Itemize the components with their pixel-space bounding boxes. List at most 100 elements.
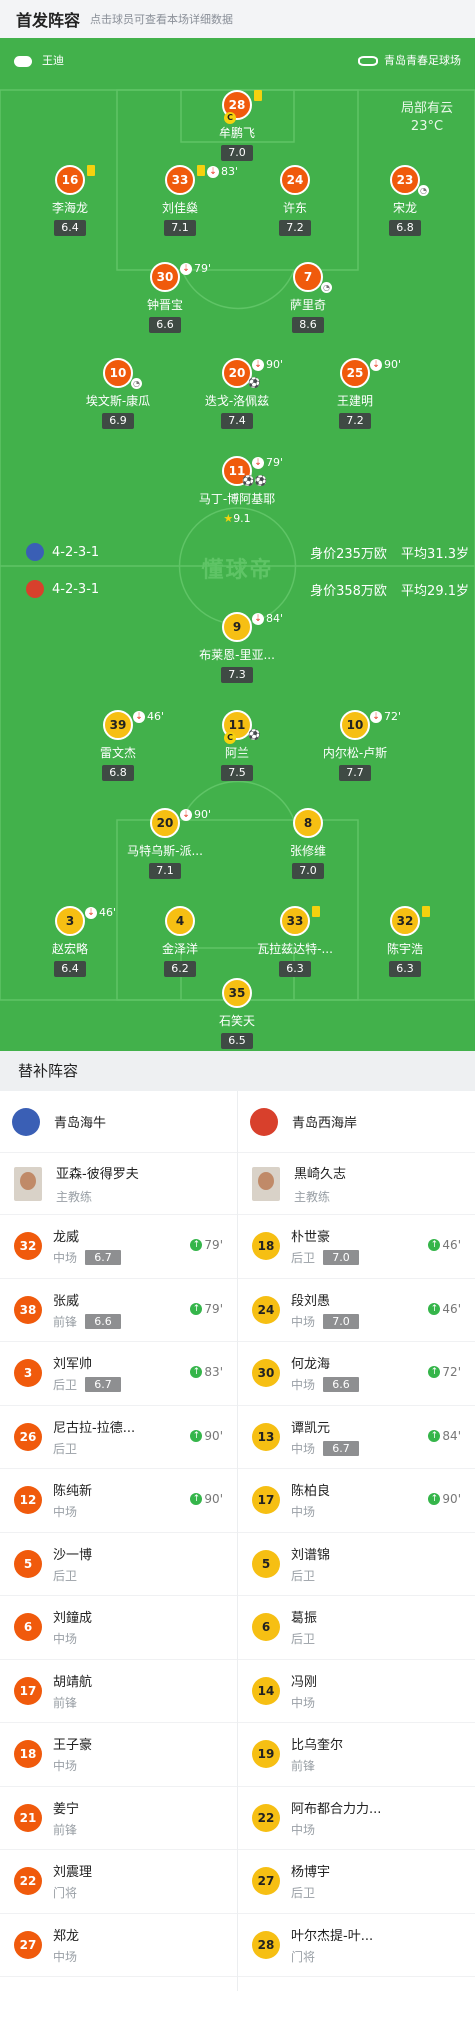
sub-player-number: 27 <box>14 1930 42 1959</box>
sub-player-row[interactable]: 26 尼古拉-拉德... 后卫 ↑ 90' <box>0 1406 237 1469</box>
sub-player-position: 后卫 <box>291 1886 316 1901</box>
sub-player-row[interactable]: 22 刘震理 门将 <box>0 1850 237 1914</box>
sub-player-row[interactable]: 3 刘军帅 后卫 6.7 ↑ 83' <box>0 1342 237 1406</box>
home-coach[interactable]: 亚森-彼得罗夫 主教练 <box>0 1153 237 1215</box>
sub-player-row[interactable]: 18 朴世豪 后卫 7.0 ↑ 46' <box>238 1215 475 1279</box>
sub-player-position: 门将 <box>53 1886 78 1901</box>
sub-player-position: 中场 <box>53 1505 78 1520</box>
player-number: 33 <box>280 906 310 936</box>
sub-player-row[interactable]: 12 陈纯新 中场 ↑ 90' <box>0 1469 237 1533</box>
sub-on-minute: 84' <box>442 1428 461 1443</box>
sub-player-row[interactable]: 38 张威 前锋 6.6 ↑ 79' <box>0 1279 237 1342</box>
home-player-33[interactable]: 33 刘佳燊 7.1 ⇣ 83' <box>115 165 245 236</box>
sub-player-row[interactable]: 27 郑龙 中场 <box>0 1914 237 1977</box>
away-player-10[interactable]: 10 内尔松-卢斯 7.7 ⇣ 72' <box>290 710 420 781</box>
home-player-23[interactable]: 23 宋龙 6.8 ◔ <box>340 165 470 236</box>
temperature: 23°C <box>410 119 444 134</box>
player-number: 10 <box>340 710 370 740</box>
sub-player-row[interactable]: 17 胡靖航 前锋 <box>0 1660 237 1723</box>
sub-player-row[interactable]: 5 刘谱锦 后卫 <box>238 1533 475 1596</box>
away-player-20[interactable]: 20 马特乌斯-派... 7.1 ⇣ 90' <box>100 808 230 879</box>
sub-player-row[interactable]: 13 谭凯元 中场 6.7 ↑ 84' <box>238 1406 475 1469</box>
sub-player-number: 26 <box>14 1422 42 1451</box>
sub-on-info: ↑ 84' <box>428 1429 461 1443</box>
home-player-10[interactable]: 10 埃文斯-康瓜 6.9 ◔ <box>53 358 183 429</box>
sub-player-name: 郑龙 <box>53 1928 80 1944</box>
coach-photo <box>252 1166 280 1201</box>
sub-player-number: 12 <box>14 1486 42 1515</box>
away-coach[interactable]: 黒崎久志 主教练 <box>238 1153 475 1215</box>
sub-player-row[interactable]: 21 姜宁 前锋 <box>0 1787 237 1850</box>
captain-icon: C <box>224 732 236 744</box>
sub-player-row[interactable]: 14 冯刚 中场 <box>238 1660 475 1723</box>
sub-player-row[interactable]: 18 王子豪 中场 <box>0 1723 237 1787</box>
away-player-32[interactable]: 32 陈宇浩 6.3 <box>340 906 470 977</box>
sub-on-minute: 90' <box>442 1492 461 1506</box>
sub-player-name: 龙威 <box>53 1230 80 1246</box>
sub-player-name: 何龙海 <box>291 1357 331 1373</box>
away-player-8[interactable]: 8 张修维 7.0 <box>243 808 373 879</box>
sub-player-row[interactable]: 32 龙威 中场 6.7 ↑ 79' <box>0 1215 237 1279</box>
player-rating: 7.4 <box>221 413 253 429</box>
home-player-30[interactable]: 30 钟晋宝 6.6 ⇣ 79' <box>100 262 230 333</box>
away-team-row[interactable]: 青岛西海岸 <box>238 1091 475 1153</box>
home-team-row[interactable]: 青岛海牛 <box>0 1091 237 1153</box>
home-player-20[interactable]: 20 迭戈-洛佩兹 7.4 ⇣ 90' ⚽ <box>172 358 302 429</box>
sub-player-row[interactable]: 6 葛振 后卫 <box>238 1596 475 1660</box>
sub-player-rating: 6.7 <box>323 1440 360 1456</box>
away-player-11[interactable]: 11 阿兰 7.5 C ⚽ <box>172 710 302 781</box>
sub-player-rating: 6.6 <box>323 1377 360 1393</box>
sub-player-row[interactable]: 27 杨博宇 后卫 <box>238 1850 475 1914</box>
yellow-card-icon <box>87 165 95 176</box>
away-player-39[interactable]: 39 雷文杰 6.8 ⇣ 46' <box>53 710 183 781</box>
sub-on-minute: 90' <box>204 1428 223 1443</box>
player-rating: 7.0 <box>292 863 324 879</box>
sub-player-row[interactable]: 5 沙一博 后卫 <box>0 1533 237 1596</box>
home-player-7[interactable]: 7 萨里奇 8.6 ◔ <box>243 262 373 333</box>
player-number: 35 <box>222 978 252 1008</box>
home-player-28[interactable]: 28 牟鹏飞 7.0 C <box>172 90 302 161</box>
player-number: 25 <box>340 358 370 388</box>
sub-player-number: 30 <box>252 1359 280 1388</box>
player-rating: ★9.1 <box>218 511 255 527</box>
captain-icon: C <box>224 112 236 124</box>
coach-role: 主教练 <box>56 1189 93 1204</box>
player-rating: 6.6 <box>149 317 181 333</box>
sub-player-position: 中场 <box>291 1695 316 1710</box>
player-number: 23 <box>390 165 420 195</box>
sub-on-minute: 46' <box>442 1301 461 1316</box>
sub-player-row[interactable]: 6 刘鐘成 中场 <box>0 1596 237 1660</box>
player-rating: 7.5 <box>221 765 253 781</box>
away-player-35[interactable]: 35 石笑天 6.5 <box>172 978 302 1049</box>
sub-on-icon: ↑ <box>190 1366 203 1378</box>
home-player-11[interactable]: 11 马丁-博阿基耶 ★9.1 ⇣ 79' ⚽⚽ <box>172 456 302 527</box>
sub-on-info: ↑ 90' <box>190 1429 223 1443</box>
player-name: 牟鹏飞 <box>218 126 255 140</box>
away-player-4[interactable]: 4 金泽洋 6.2 <box>115 906 245 977</box>
sub-player-position: 中场 <box>291 1441 316 1456</box>
sub-player-row[interactable]: 24 段刘愚 中场 7.0 ↑ 46' <box>238 1279 475 1342</box>
sub-player-position: 后卫 <box>53 1378 78 1393</box>
subs-title: 替补阵容 <box>0 1051 475 1091</box>
sub-player-position: 后卫 <box>291 1568 316 1583</box>
sub-player-row[interactable]: 17 陈柏良 中场 ↑ 90' <box>238 1469 475 1533</box>
sub-player-row[interactable]: 22 阿布都合力力... 中场 <box>238 1787 475 1850</box>
sub-player-position: 中场 <box>53 1759 78 1774</box>
away-player-9[interactable]: 9 布莱恩-里亚... 7.3 ⇣ 84' <box>172 612 302 683</box>
sub-player-row[interactable]: 28 叶尔杰提-叶... 门将 <box>238 1914 475 1977</box>
away-subs-column: 青岛西海岸 黒崎久志 主教练 18 朴世豪 后卫 7.0 ↑ 46' 24 段刘愚 中场 7.0 ↑… <box>238 1091 475 1977</box>
away-formation-text: 4-2-3-1 <box>52 581 100 597</box>
sub-on-minute: 90' <box>204 1492 223 1506</box>
sub-player-name: 姜宁 <box>53 1801 80 1817</box>
away-team-name: 青岛西海岸 <box>292 1116 358 1131</box>
player-rating-value: 9.1 <box>233 512 251 525</box>
home-player-25[interactable]: 25 王建明 7.2 ⇣ 90' <box>290 358 420 429</box>
sub-player-row[interactable]: 30 何龙海 中场 6.6 ↑ 72' <box>238 1342 475 1406</box>
star-icon: ★ <box>223 512 234 525</box>
player-name: 布莱恩-里亚... <box>199 648 275 662</box>
sub-player-row[interactable]: 19 比乌奎尔 前锋 <box>238 1723 475 1787</box>
sub-minute: 46' <box>147 710 165 723</box>
sub-on-info: ↑ 46' <box>428 1302 461 1316</box>
sub-player-number: 19 <box>252 1740 280 1769</box>
sub-player-name: 叶尔杰提-叶... <box>291 1928 374 1944</box>
